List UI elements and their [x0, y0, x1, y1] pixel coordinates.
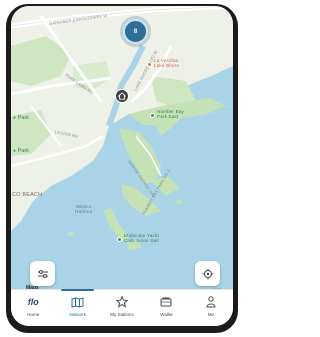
sliders-icon: [37, 269, 48, 278]
map-icon: [71, 296, 84, 308]
person-icon: [206, 296, 216, 308]
label-mimico-harbour: Mimico Harbour: [75, 204, 93, 214]
tab-wallet[interactable]: Wallet: [144, 290, 188, 326]
tab-me[interactable]: Me: [189, 290, 233, 326]
home-icon: [118, 92, 126, 100]
label-beach: CO BEACH: [12, 192, 43, 198]
tab-wallet-label: Wallet: [160, 312, 173, 317]
tab-network-label: Network: [69, 312, 86, 317]
star-icon: [116, 296, 129, 308]
label-park-mid: ● Park: [13, 148, 29, 154]
tab-my-stations-label: My Stations: [110, 312, 134, 317]
wallet-icon: [160, 296, 172, 308]
poi-etobicoke-yacht-club[interactable]: Etobicoke Yacht Club Junior Sail: [124, 233, 159, 243]
restaurant-pin-icon[interactable]: [147, 62, 152, 67]
filter-button[interactable]: [30, 261, 55, 286]
tab-home[interactable]: flo Home: [11, 290, 55, 326]
poi-humber-bay-park-east[interactable]: Humber Bay Park East: [157, 109, 184, 119]
park-dot-icon: ●: [13, 148, 17, 154]
cluster-count: 8: [133, 28, 138, 35]
tab-me-label: Me: [207, 312, 214, 317]
park-pin-icon[interactable]: [150, 113, 155, 118]
tab-my-stations[interactable]: My Stations: [100, 290, 144, 326]
app-screen: GARDINER EXPRESSWAY W PARK LAWN RD LAKE …: [11, 6, 233, 326]
poi-la-vecchia[interactable]: La Vecchia Lake Shore: [154, 58, 179, 68]
home-location-pin[interactable]: [115, 89, 129, 103]
label-park-top: ● Park: [13, 115, 29, 121]
tab-network[interactable]: Network: [55, 289, 99, 326]
park-top-text: Park: [17, 115, 29, 121]
crosshair-icon: [202, 268, 213, 279]
map-view[interactable]: GARDINER EXPRESSWAY W PARK LAWN RD LAKE …: [11, 6, 233, 291]
park-mid-text: Park: [17, 148, 29, 154]
flo-logo-icon: flo: [27, 297, 39, 307]
park-pin-icon[interactable]: [117, 237, 122, 242]
locate-me-button[interactable]: [195, 261, 220, 286]
tab-home-label: Home: [27, 312, 40, 317]
station-cluster-marker[interactable]: 8: [123, 19, 148, 44]
map-canvas: [11, 6, 233, 289]
bottom-tab-bar: flo Home Network My Stations Wallet Me: [11, 289, 233, 326]
park-dot-icon: ●: [13, 115, 17, 121]
